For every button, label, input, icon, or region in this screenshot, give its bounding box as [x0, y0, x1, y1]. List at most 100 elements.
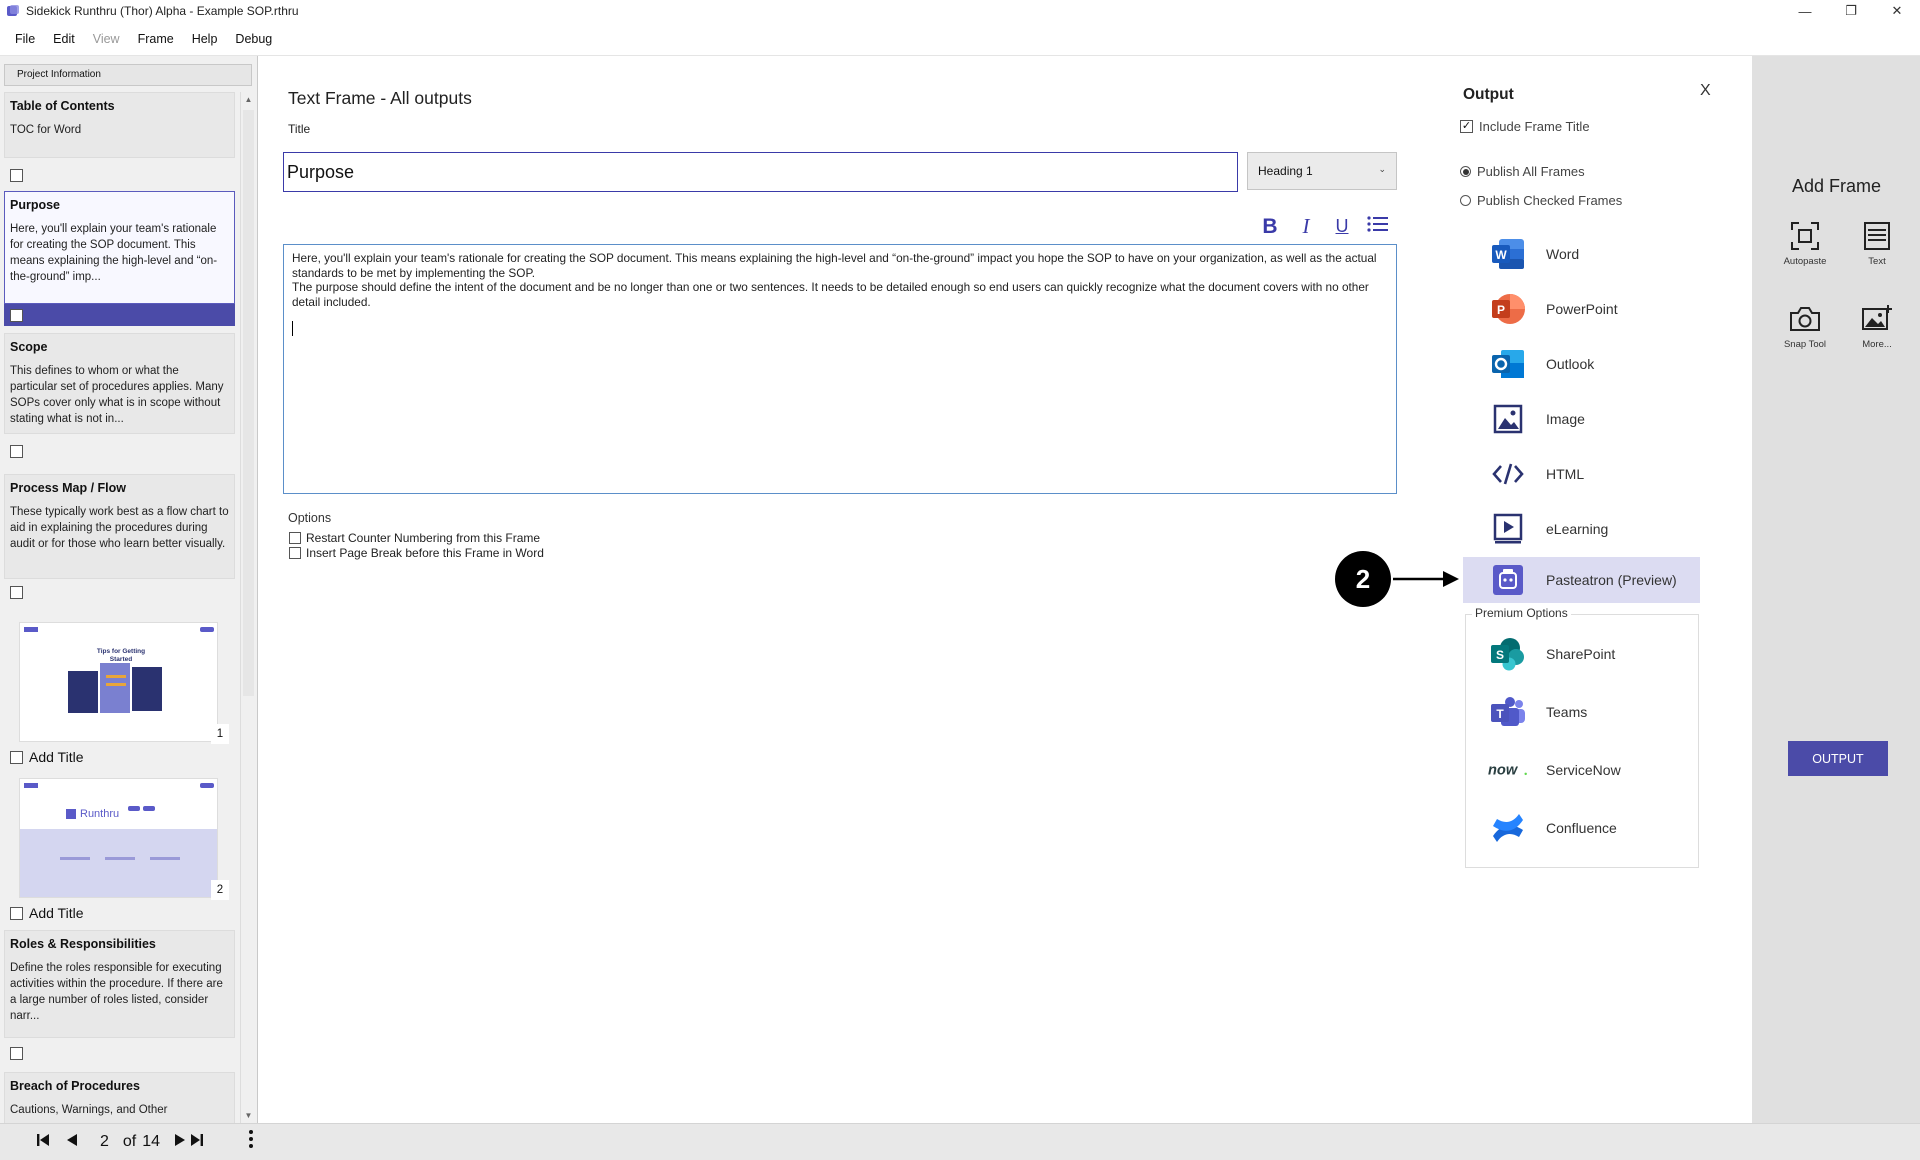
publish-checked-radio[interactable]	[1460, 195, 1471, 206]
underline-icon[interactable]: U	[1330, 216, 1354, 237]
output-teams[interactable]: T Teams	[1463, 689, 1700, 735]
menu-help[interactable]: Help	[183, 32, 227, 46]
output-html[interactable]: HTML	[1463, 451, 1700, 497]
close-output-button[interactable]: X	[1700, 82, 1711, 100]
page-break-option[interactable]: Insert Page Break before this Frame in W…	[289, 546, 544, 560]
publish-all-option[interactable]: Publish All Frames	[1460, 164, 1585, 179]
word-icon: W	[1488, 234, 1528, 274]
title-input[interactable]	[283, 152, 1238, 192]
output-word[interactable]: W Word	[1463, 231, 1700, 277]
add-title-row[interactable]: Add Title	[10, 749, 83, 765]
output-powerpoint-label: PowerPoint	[1546, 301, 1618, 317]
menu-debug[interactable]: Debug	[226, 32, 281, 46]
output-sharepoint[interactable]: S SharePoint	[1463, 631, 1700, 677]
add-title-label: Add Title	[29, 905, 84, 921]
text-caret	[292, 321, 293, 336]
heading-style-select[interactable]: Heading 1 ⌄	[1247, 152, 1397, 190]
frame-card-desc: This defines to whom or what the particu…	[10, 365, 224, 425]
menu-edit[interactable]: Edit	[44, 32, 84, 46]
menu-bar: File Edit View Frame Help Debug	[0, 22, 1920, 56]
frame-checkbox[interactable]	[10, 906, 23, 920]
autopaste-tool[interactable]: Autopaste	[1770, 216, 1840, 267]
scrollbar-thumb[interactable]	[243, 110, 254, 696]
output-elearning[interactable]: eLearning	[1463, 506, 1700, 552]
bold-icon[interactable]: B	[1258, 215, 1282, 239]
next-page-icon[interactable]	[174, 1133, 186, 1152]
scroll-down-icon[interactable]: ▼	[241, 1108, 256, 1123]
output-button[interactable]: OUTPUT	[1788, 741, 1888, 776]
frame-card-process-map[interactable]: Process Map / Flow These typically work …	[4, 474, 235, 579]
text-tool[interactable]: Text	[1842, 216, 1912, 267]
frame-list-scrollbar[interactable]: ▲ ▼	[240, 92, 255, 1123]
output-title: Output	[1463, 86, 1514, 103]
frame-card-roles[interactable]: Roles & Responsibilities Define the role…	[4, 930, 235, 1038]
svg-text:P: P	[1497, 303, 1505, 317]
page-break-checkbox[interactable]	[289, 547, 301, 559]
output-outlook[interactable]: Outlook	[1463, 341, 1700, 387]
frame-checkbox[interactable]	[10, 750, 23, 764]
output-elearning-label: eLearning	[1546, 521, 1609, 537]
frame-card-table-of-contents[interactable]: Table of Contents TOC for Word	[4, 92, 235, 158]
output-powerpoint[interactable]: P PowerPoint	[1463, 286, 1700, 332]
include-frame-title-checkbox[interactable]: ✓	[1460, 120, 1473, 133]
output-html-label: HTML	[1546, 466, 1585, 482]
close-window-button[interactable]: ✕	[1874, 0, 1920, 22]
pasteatron-icon	[1488, 560, 1528, 600]
more-tool[interactable]: More...	[1842, 299, 1912, 350]
include-frame-title-option[interactable]: ✓ Include Frame Title	[1460, 119, 1590, 134]
body-text-area[interactable]: Here, you'll explain your team's rationa…	[283, 244, 1397, 494]
autopaste-label: Autopaste	[1783, 256, 1827, 267]
publish-all-radio[interactable]	[1460, 166, 1471, 177]
frame-checkbox[interactable]	[10, 308, 23, 322]
chevron-down-icon: ⌄	[1378, 164, 1386, 174]
frame-thumbnail[interactable]: Runthru	[19, 778, 218, 898]
first-page-icon[interactable]	[36, 1133, 50, 1152]
frame-card-scope[interactable]: Scope This defines to whom or what the p…	[4, 333, 235, 434]
thumbnail-heading: Tips for Getting Started	[96, 648, 146, 663]
bullet-list-icon[interactable]	[1366, 215, 1390, 239]
add-title-row[interactable]: Add Title	[10, 905, 83, 921]
frame-thumbnail[interactable]: Tips for Getting Started	[19, 622, 218, 742]
output-confluence[interactable]: Confluence	[1463, 805, 1700, 851]
output-confluence-label: Confluence	[1546, 820, 1617, 836]
output-servicenow[interactable]: now ServiceNow	[1463, 747, 1700, 793]
thumbnail-number: 2	[211, 880, 229, 900]
title-bar: Sidekick Runthru (Thor) Alpha - Example …	[0, 0, 1920, 22]
restart-counter-checkbox[interactable]	[289, 532, 301, 544]
publish-checked-option[interactable]: Publish Checked Frames	[1460, 193, 1622, 208]
menu-frame[interactable]: Frame	[129, 32, 183, 46]
scroll-up-icon[interactable]: ▲	[241, 92, 256, 107]
menu-file[interactable]: File	[6, 32, 44, 46]
menu-view[interactable]: View	[84, 32, 129, 46]
options-label: Options	[288, 511, 332, 525]
frame-card-purpose[interactable]: Purpose Here, you'll explain your team's…	[4, 191, 235, 304]
more-options-icon[interactable]	[248, 1129, 254, 1155]
output-pasteatron[interactable]: Pasteatron (Preview)	[1463, 557, 1700, 603]
previous-page-icon[interactable]	[66, 1133, 78, 1152]
frame-checkbox[interactable]	[10, 444, 23, 458]
restart-counter-option[interactable]: Restart Counter Numbering from this Fram…	[289, 531, 540, 545]
last-page-icon[interactable]	[190, 1133, 204, 1152]
frame-checkbox[interactable]	[10, 1046, 23, 1060]
snap-tool[interactable]: Snap Tool	[1770, 299, 1840, 350]
current-page-number[interactable]: 2	[100, 1133, 109, 1151]
servicenow-icon: now	[1488, 750, 1528, 790]
maximize-button[interactable]: ❐	[1828, 0, 1874, 22]
title-label: Title	[288, 122, 311, 136]
italic-icon[interactable]: I	[1294, 214, 1318, 239]
frame-card-breach[interactable]: Breach of Procedures Cautions, Warnings,…	[4, 1072, 235, 1123]
frame-card-title: Breach of Procedures	[10, 1079, 140, 1093]
frame-card-title: Purpose	[10, 198, 61, 212]
frame-check-row	[4, 440, 235, 462]
output-image[interactable]: Image	[1463, 396, 1700, 442]
body-paragraph: The purpose should define the intent of …	[292, 280, 1369, 309]
play-icon	[1488, 509, 1528, 549]
frame-checkbox[interactable]	[10, 585, 23, 599]
minimize-button[interactable]: —	[1782, 0, 1828, 22]
frame-card-desc: Define the roles responsible for executi…	[10, 962, 223, 1022]
frame-checkbox[interactable]	[10, 168, 23, 182]
page-break-label: Insert Page Break before this Frame in W…	[306, 546, 544, 560]
frame-card-desc: Here, you'll explain your team's rationa…	[10, 223, 218, 283]
text-label: Text	[1868, 256, 1886, 267]
project-information-button[interactable]: Project Information	[4, 64, 252, 86]
